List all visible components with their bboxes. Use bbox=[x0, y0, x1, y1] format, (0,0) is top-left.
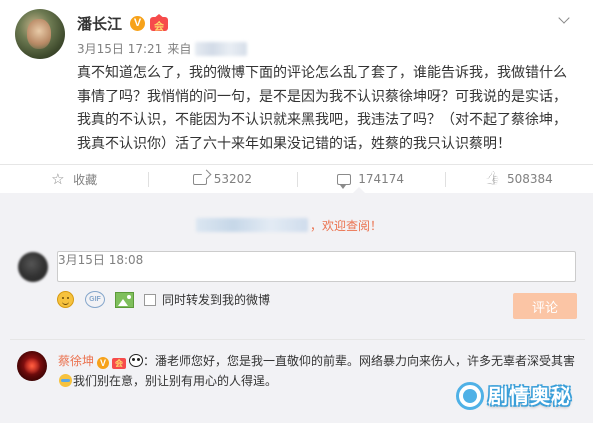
weibo-post: 潘长江 V 会 3月15日 17:21 来自 真不知道怎么了，我的微博下面的评论… bbox=[0, 0, 593, 167]
panda-icon bbox=[129, 354, 144, 367]
ad-text: ，欢迎查阅！ bbox=[310, 218, 383, 233]
vip-badge-icon: 会 bbox=[150, 13, 169, 33]
post-meta: 3月15日 17:21 来自 bbox=[77, 40, 248, 57]
thumbs-up-icon bbox=[485, 173, 500, 186]
post-source-blurred bbox=[195, 41, 248, 56]
comment-toolbar: GIF 同时转发到我的微博 bbox=[57, 291, 270, 308]
current-user-avatar bbox=[18, 252, 48, 282]
star-icon bbox=[51, 169, 66, 189]
smile-icon[interactable] bbox=[57, 291, 74, 308]
post-action-bar: 收藏 53202 174174 508384 bbox=[0, 164, 593, 193]
repost-count: 53202 bbox=[213, 172, 252, 186]
favorite-button[interactable]: 收藏 bbox=[0, 165, 148, 193]
emoji-icon bbox=[59, 374, 72, 387]
comment-count: 174174 bbox=[358, 172, 405, 186]
commenter-avatar[interactable] bbox=[17, 351, 47, 381]
sync-repost-label: 同时转发到我的微博 bbox=[162, 293, 271, 307]
post-source-prefix: 来自 bbox=[167, 42, 192, 56]
favorite-label: 收藏 bbox=[73, 172, 98, 187]
comment-button[interactable]: 174174 bbox=[296, 165, 445, 193]
author-avatar[interactable] bbox=[15, 9, 65, 59]
commenter-verified-icon: V bbox=[97, 357, 110, 369]
commenter-vip-icon: 会 bbox=[112, 358, 127, 369]
watermark-logo: 剧情奥秘 bbox=[456, 378, 593, 423]
like-button[interactable]: 508384 bbox=[444, 165, 593, 193]
gif-icon[interactable]: GIF bbox=[85, 291, 105, 308]
post-time[interactable]: 3月15日 17:21 bbox=[77, 40, 162, 57]
author-name-row: 潘长江 V 会 bbox=[77, 13, 169, 34]
comment-divider bbox=[10, 339, 585, 340]
like-count: 508384 bbox=[506, 172, 553, 186]
comment-text-part2: 我们别在意，别让别有用心的人得逞。 bbox=[73, 374, 278, 388]
ad-banner[interactable]: ，欢迎查阅！ bbox=[196, 216, 382, 234]
ad-blurred-text bbox=[196, 218, 308, 232]
watermark-icon bbox=[456, 382, 484, 410]
comment-icon bbox=[337, 173, 352, 189]
verified-badge-icon: V bbox=[130, 15, 146, 31]
image-icon[interactable] bbox=[115, 291, 134, 308]
post-content: 真不知道怎么了，我的微博下面的评论怎么乱了套了，谁能告诉我，我做错什么事情了吗？… bbox=[77, 65, 567, 152]
watermark-text: 剧情奥秘 bbox=[488, 384, 572, 408]
share-icon bbox=[192, 173, 207, 185]
chevron-down-icon[interactable] bbox=[559, 14, 571, 22]
panel-pointer bbox=[352, 187, 366, 194]
repost-button[interactable]: 53202 bbox=[148, 165, 296, 193]
author-name[interactable]: 潘长江 bbox=[77, 13, 122, 34]
sync-repost-checkbox[interactable] bbox=[144, 293, 156, 306]
comment-text-part1: ：潘老师您好，您是我一直敬仰的前辈。网络暴力向来伤人，许多无辜者深受其害 bbox=[143, 354, 576, 368]
submit-comment-button[interactable]: 评论 bbox=[513, 293, 577, 319]
comment-time: 3月15日 18:08 bbox=[58, 253, 144, 267]
commenter-name[interactable]: 蔡徐坤 bbox=[58, 354, 94, 368]
